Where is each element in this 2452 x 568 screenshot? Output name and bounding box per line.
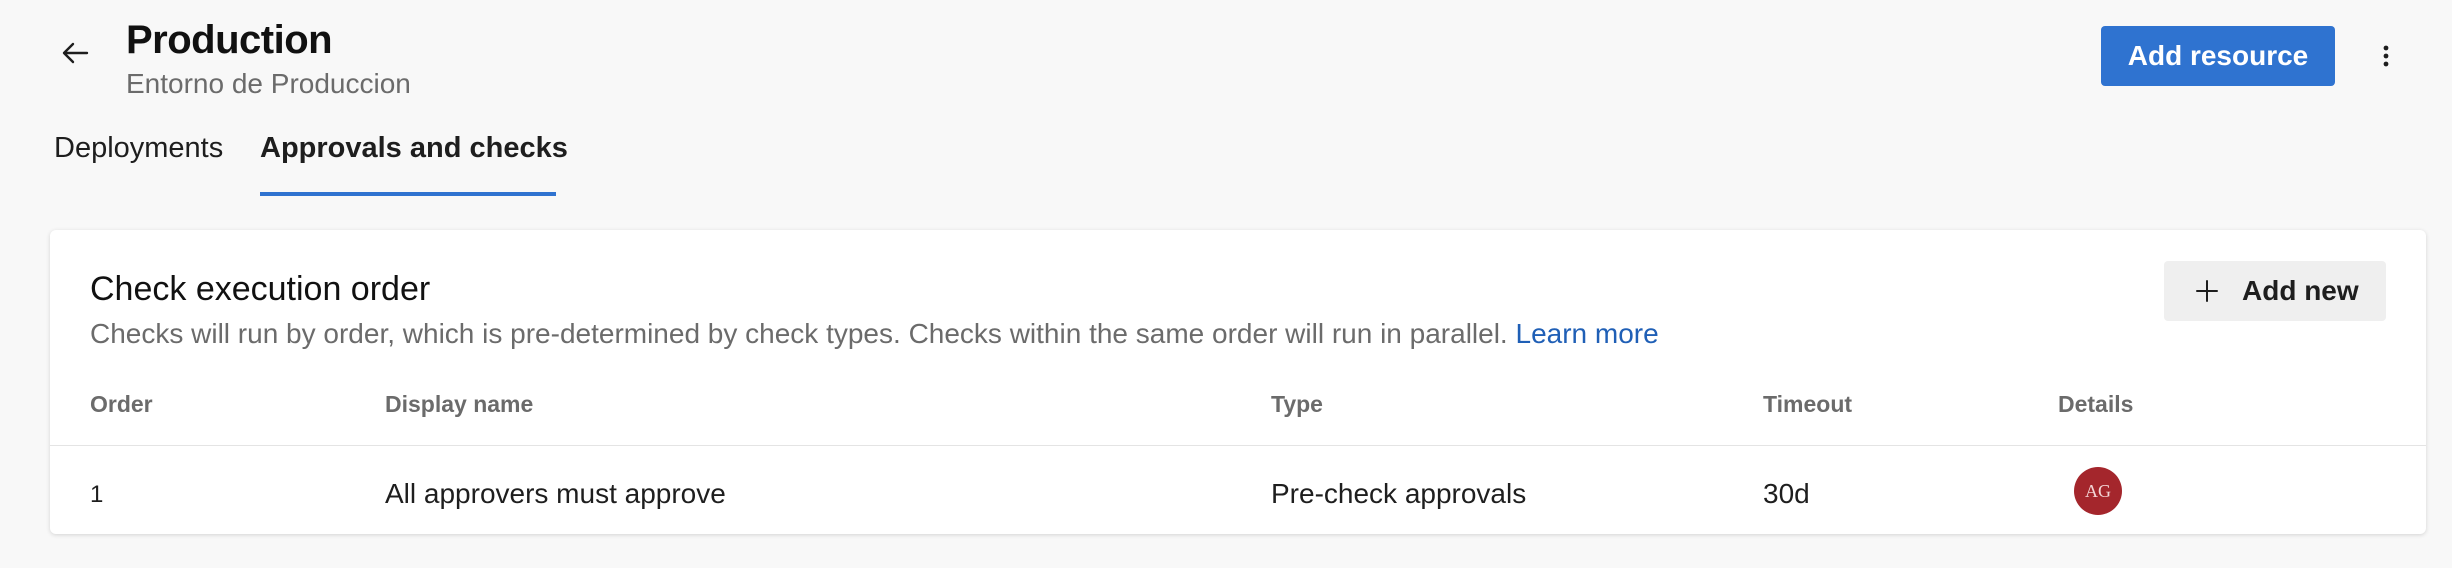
- card-description: Checks will run by order, which is pre-d…: [90, 318, 1659, 350]
- add-new-button[interactable]: Add new: [2164, 261, 2386, 321]
- back-button[interactable]: [50, 28, 100, 78]
- add-new-label: Add new: [2242, 275, 2359, 306]
- card-description-text: Checks will run by order, which is pre-d…: [90, 318, 1508, 349]
- check-execution-order-card: Check execution order Checks will run by…: [50, 230, 2426, 534]
- more-vertical-icon: [2383, 45, 2389, 67]
- tab-approvals-and-checks[interactable]: Approvals and checks: [260, 132, 568, 165]
- column-header-details: Details: [2058, 391, 2134, 417]
- cell-display-name: All approvers must approve: [385, 478, 726, 509]
- arrow-left-icon: [62, 42, 89, 64]
- plus-icon: [2194, 278, 2220, 304]
- add-resource-button[interactable]: Add resource: [2101, 26, 2335, 86]
- more-options-button[interactable]: [2366, 36, 2406, 76]
- tab-deployments[interactable]: Deployments: [54, 132, 223, 165]
- column-header-timeout: Timeout: [1763, 391, 1853, 417]
- page-title: Production: [126, 18, 333, 62]
- page: Production Entorno de Produccion Add res…: [0, 0, 2452, 568]
- cell-type: Pre-check approvals: [1271, 478, 1527, 509]
- header-divider: [50, 445, 2426, 446]
- page-subtitle: Entorno de Produccion: [126, 68, 411, 99]
- column-header-type: Type: [1271, 391, 1323, 417]
- column-header-display-name: Display name: [385, 391, 534, 417]
- selected-tab-indicator: [260, 192, 556, 196]
- learn-more-link[interactable]: Learn more: [1516, 318, 1659, 349]
- cell-order: 1: [90, 481, 104, 508]
- column-header-order: Order: [90, 391, 153, 417]
- avatar[interactable]: AG: [2074, 467, 2122, 515]
- card-title: Check execution order: [90, 270, 431, 308]
- cell-timeout: 30d: [1763, 478, 1810, 509]
